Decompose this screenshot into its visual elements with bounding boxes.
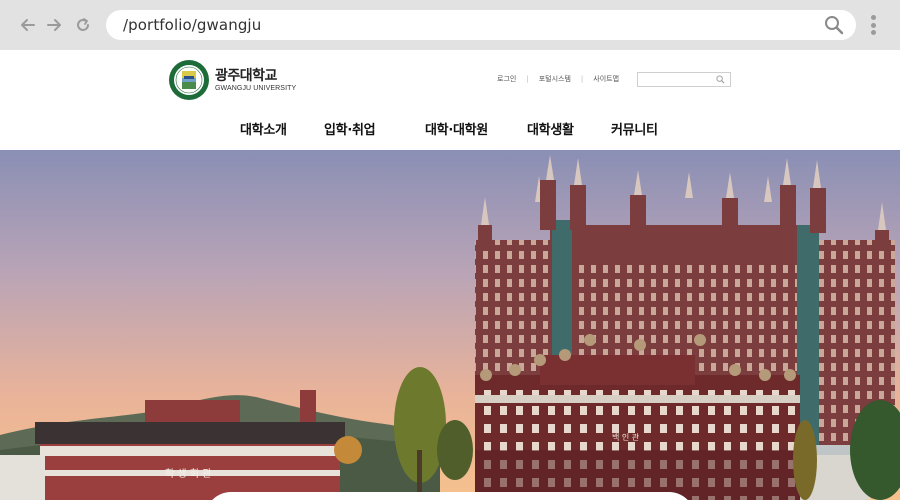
back-arrow-icon[interactable] (16, 13, 40, 37)
reload-icon[interactable] (71, 13, 95, 37)
site-header: 광주대학교 GWANGJU UNIVERSITY 로그인 | 포털시스템 | 사… (0, 50, 900, 150)
site-search-box (637, 72, 731, 93)
search-icon[interactable] (824, 15, 844, 35)
site-search-input[interactable] (638, 80, 714, 93)
divider: | (580, 75, 584, 83)
sitemap-link[interactable]: 사이트맵 (593, 74, 619, 84)
portal-link[interactable]: 포털시스템 (539, 74, 571, 84)
hero-sign-student-hall: 학 생 회 관 (165, 468, 211, 480)
forward-arrow-icon[interactable] (42, 13, 66, 37)
hero-sign-baekin-hall: 백 인 관 (612, 432, 640, 442)
logo-english-name: GWANGJU UNIVERSITY (215, 84, 297, 92)
logo-korean-name: 광주대학교 (215, 67, 277, 84)
emblem-icon (169, 60, 209, 100)
utility-links: 로그인 | 포털시스템 | 사이트맵 (497, 74, 619, 84)
nav-item-community[interactable]: 커뮤니티 (611, 119, 658, 138)
nav-item-admission[interactable]: 입학·취업 (324, 119, 376, 138)
browser-toolbar: /portfolio/gwangju (0, 0, 900, 50)
search-icon[interactable] (716, 75, 725, 84)
divider: | (526, 75, 529, 83)
hero-campus-image: 학 생 회 관 백 인 관 (0, 150, 900, 500)
hero-bottom-panel (205, 492, 695, 500)
url-text[interactable]: /portfolio/gwangju (123, 16, 261, 34)
university-logo[interactable]: 광주대학교 GWANGJU UNIVERSITY (168, 59, 296, 101)
login-link[interactable]: 로그인 (497, 74, 516, 84)
nav-item-about[interactable]: 대학소개 (240, 119, 287, 138)
main-navigation: 대학소개 입학·취업 대학·대학원 대학생활 커뮤니티 (0, 119, 900, 141)
kebab-menu-icon[interactable] (866, 13, 880, 37)
address-bar[interactable]: /portfolio/gwangju (106, 10, 856, 40)
nav-item-graduate[interactable]: 대학·대학원 (425, 119, 488, 138)
nav-item-campus-life[interactable]: 대학생활 (527, 119, 574, 138)
